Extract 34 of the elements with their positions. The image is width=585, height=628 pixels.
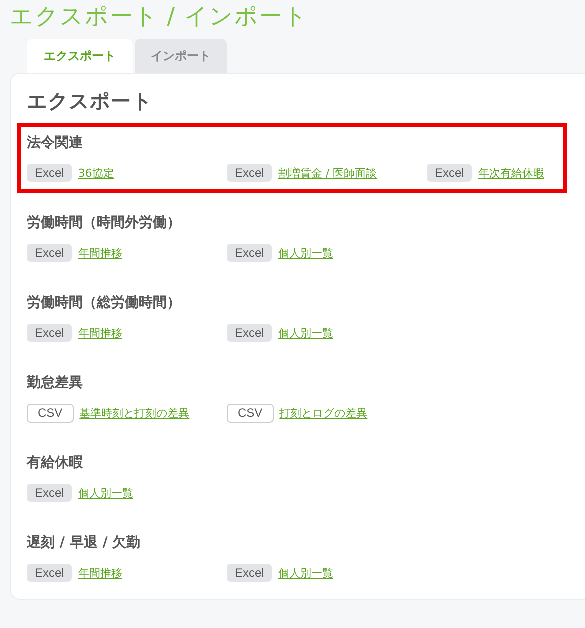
download-link[interactable]: 36協定 — [78, 166, 114, 180]
format-badge: Excel — [27, 324, 72, 342]
download-link[interactable]: 個人別一覧 — [278, 246, 334, 260]
download-link[interactable]: 基準時刻と打刻の差異 — [80, 406, 190, 420]
tab[interactable]: エクスポート — [27, 39, 133, 73]
download-link[interactable]: 年間推移 — [78, 566, 122, 580]
format-badge: Excel — [227, 324, 272, 342]
download-link[interactable]: 年次有給休暇 — [478, 166, 544, 180]
download-link[interactable]: 年間推移 — [78, 326, 122, 340]
section-heading: 労働時間（時間外労働） — [27, 214, 182, 233]
format-badge: Excel — [427, 164, 472, 182]
download-link[interactable]: 個人別一覧 — [78, 486, 134, 500]
format-badge: Excel — [27, 164, 72, 182]
format-badge: Excel — [27, 564, 72, 582]
page-title: エクスポート / インポート — [10, 3, 310, 32]
download-link[interactable]: 打刻とログの差異 — [280, 406, 368, 420]
download-link[interactable]: 個人別一覧 — [278, 566, 334, 580]
format-badge: CSV — [27, 404, 74, 422]
format-badge: Excel — [227, 244, 272, 262]
download-link[interactable]: 年間推移 — [78, 246, 122, 260]
format-badge: Excel — [227, 564, 272, 582]
download-link[interactable]: 個人別一覧 — [278, 326, 334, 340]
section-heading: 労働時間（総労働時間） — [27, 294, 182, 313]
section-heading: 法令関連 — [27, 134, 84, 153]
tab[interactable]: インポート — [135, 39, 227, 73]
section-heading: 遅刻 / 早退 / 欠勤 — [27, 534, 142, 553]
panel-title: エクスポート — [27, 88, 154, 115]
format-badge: Excel — [227, 164, 272, 182]
format-badge: Excel — [27, 484, 72, 502]
format-badge: CSV — [227, 404, 274, 422]
format-badge: Excel — [27, 244, 72, 262]
section-heading: 有給休暇 — [27, 454, 84, 473]
download-link[interactable]: 割増賃金 / 医師面談 — [278, 166, 378, 180]
section-heading: 勤怠差異 — [27, 374, 84, 393]
